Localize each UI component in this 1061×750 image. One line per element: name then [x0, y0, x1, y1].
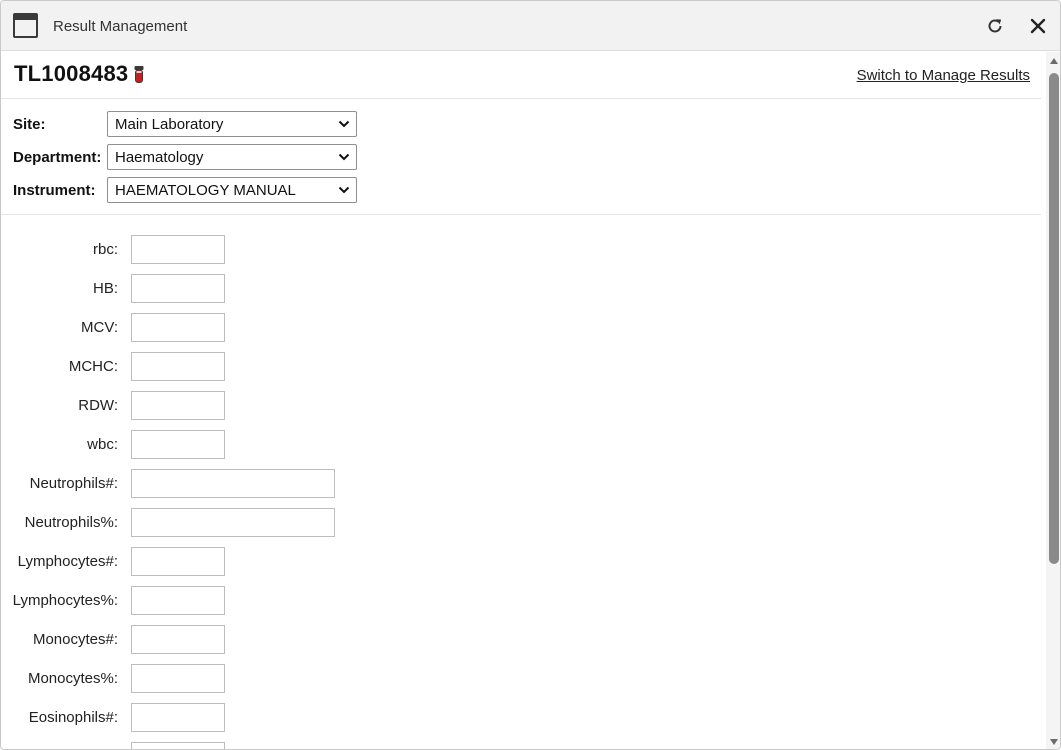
result-row-partial: [1, 742, 401, 749]
chevron-down-icon: [338, 186, 350, 194]
site-label: Site:: [13, 116, 46, 133]
department-label: Department:: [13, 149, 102, 166]
chevron-down-icon: [338, 153, 350, 161]
result-row-lymphocytes-count: Lymphocytes#:: [1, 547, 401, 576]
result-label: Neutrophils#:: [29, 475, 118, 492]
window-title: Result Management: [53, 18, 188, 35]
result-row-neutrophils-count: Neutrophils#:: [1, 469, 401, 498]
result-label: Eosinophils#:: [28, 709, 118, 726]
selectors-panel: Site: Main Laboratory Department: Haemat…: [1, 100, 1041, 215]
instrument-select-value: HAEMATOLOGY MANUAL: [115, 182, 296, 199]
department-row: Department: Haematology: [1, 144, 401, 170]
monocytes-percent-input[interactable]: [131, 664, 225, 693]
result-label: Lymphocytes#:: [17, 553, 118, 570]
refresh-button[interactable]: [985, 16, 1005, 36]
result-row-monocytes-percent: Monocytes%:: [1, 664, 401, 693]
result-row-rdw: RDW:: [1, 391, 401, 420]
results-form: rbc: HB: MCV: MCHC: RDW: wbc: Neutrophil…: [1, 235, 1041, 749]
result-row-eosinophils-count: Eosinophils#:: [1, 703, 401, 732]
result-label: MCHC:: [68, 358, 118, 375]
result-input[interactable]: [131, 742, 225, 749]
mcv-input[interactable]: [131, 313, 225, 342]
neutrophils-percent-input[interactable]: [131, 508, 335, 537]
neutrophils-count-input[interactable]: [131, 469, 335, 498]
switch-to-manage-results-link[interactable]: Switch to Manage Results: [857, 67, 1030, 84]
result-label: MCV:: [81, 319, 118, 336]
result-label: Neutrophils%:: [24, 514, 118, 531]
result-row-mcv: MCV:: [1, 313, 401, 342]
monocytes-count-input[interactable]: [131, 625, 225, 654]
scroll-thumb[interactable]: [1049, 73, 1059, 564]
title-bar: Result Management: [1, 1, 1060, 51]
site-select[interactable]: Main Laboratory: [107, 111, 357, 137]
vertical-scrollbar[interactable]: [1046, 52, 1060, 749]
result-row-rbc: rbc:: [1, 235, 401, 264]
wbc-input[interactable]: [131, 430, 225, 459]
result-label: HB:: [92, 280, 118, 297]
result-management-dialog: Result Management TL1008483 Switch to Ma…: [0, 0, 1061, 750]
department-select[interactable]: Haematology: [107, 144, 357, 170]
result-row-lymphocytes-percent: Lymphocytes%:: [1, 586, 401, 615]
result-row-hb: HB:: [1, 274, 401, 303]
hb-input[interactable]: [131, 274, 225, 303]
result-row-monocytes-count: Monocytes#:: [1, 625, 401, 654]
refresh-icon: [988, 19, 1002, 33]
lymphocytes-percent-input[interactable]: [131, 586, 225, 615]
result-row-mchc: MCHC:: [1, 352, 401, 381]
sample-header: TL1008483 Switch to Manage Results: [1, 52, 1041, 99]
close-button[interactable]: [1028, 16, 1048, 36]
dialog-content: TL1008483 Switch to Manage Results Site:…: [1, 52, 1046, 749]
result-label: wbc:: [87, 436, 118, 453]
lymphocytes-count-input[interactable]: [131, 547, 225, 576]
result-label: Lymphocytes%:: [12, 592, 118, 609]
department-select-value: Haematology: [115, 149, 204, 166]
eosinophils-count-input[interactable]: [131, 703, 225, 732]
rbc-input[interactable]: [131, 235, 225, 264]
result-row-neutrophils-percent: Neutrophils%:: [1, 508, 401, 537]
mchc-input[interactable]: [131, 352, 225, 381]
result-label: Monocytes%:: [27, 670, 118, 687]
window-icon: [13, 13, 38, 38]
result-label: RDW:: [78, 397, 118, 414]
rdw-input[interactable]: [131, 391, 225, 420]
result-row-wbc: wbc:: [1, 430, 401, 459]
site-row: Site: Main Laboratory: [1, 111, 401, 137]
instrument-row: Instrument: HAEMATOLOGY MANUAL: [1, 177, 401, 203]
blood-tube-icon: [134, 66, 144, 83]
chevron-down-icon: [338, 120, 350, 128]
sample-id: TL1008483: [14, 61, 129, 86]
scroll-up-arrow[interactable]: [1050, 58, 1058, 64]
scroll-down-arrow[interactable]: [1050, 739, 1058, 745]
site-select-value: Main Laboratory: [115, 116, 224, 133]
result-label: rbc:: [92, 241, 118, 258]
close-icon: [1030, 18, 1046, 34]
result-label: Monocytes#:: [32, 631, 118, 648]
instrument-select[interactable]: HAEMATOLOGY MANUAL: [107, 177, 357, 203]
instrument-label: Instrument:: [13, 182, 96, 199]
